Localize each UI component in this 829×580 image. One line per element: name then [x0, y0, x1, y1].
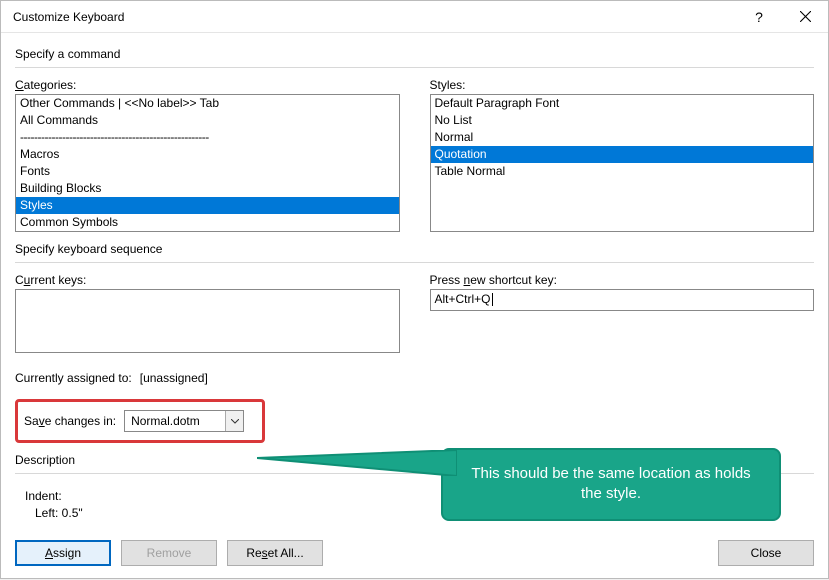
assigned-to-label: Currently assigned to:: [15, 371, 132, 385]
assign-button[interactable]: Assign: [15, 540, 111, 566]
categories-label: Categories:: [15, 78, 400, 92]
annotation-callout: This should be the same location as hold…: [441, 448, 781, 521]
list-item[interactable]: Common Symbols: [16, 214, 399, 231]
reset-all-button[interactable]: Reset All...: [227, 540, 323, 566]
new-shortcut-input[interactable]: Alt+Ctrl+Q: [430, 289, 815, 311]
save-changes-row: Save changes in: Normal.dotm: [15, 399, 265, 443]
list-item[interactable]: Other Commands | <<No label>> Tab: [16, 95, 399, 112]
remove-button[interactable]: Remove: [121, 540, 217, 566]
dialog-title: Customize Keyboard: [13, 10, 736, 24]
current-keys-label: Current keys:: [15, 273, 400, 287]
callout-text: This should be the same location as hold…: [441, 448, 781, 521]
specify-sequence-label: Specify keyboard sequence: [15, 242, 814, 256]
save-changes-dropdown[interactable]: Normal.dotm: [124, 410, 244, 432]
customize-keyboard-dialog: Customize Keyboard ? Specify a command C…: [0, 0, 829, 579]
divider: [15, 262, 814, 263]
shortcut-value: Alt+Ctrl+Q: [435, 292, 491, 306]
help-button[interactable]: ?: [736, 1, 782, 33]
chevron-down-icon: [225, 411, 243, 431]
callout-tail: [257, 450, 457, 476]
styles-listbox[interactable]: Default Paragraph FontNo ListNormalQuota…: [430, 94, 815, 232]
list-item[interactable]: Macros: [16, 146, 399, 163]
styles-label: Styles:: [430, 78, 815, 92]
list-item[interactable]: All Commands: [16, 112, 399, 129]
save-changes-label: Save changes in:: [24, 414, 116, 428]
list-item[interactable]: Building Blocks: [16, 180, 399, 197]
current-keys-listbox[interactable]: [15, 289, 400, 353]
list-item[interactable]: ----------------------------------------…: [16, 129, 399, 146]
save-changes-value: Normal.dotm: [125, 414, 225, 428]
list-item[interactable]: Fonts: [16, 163, 399, 180]
specify-command-label: Specify a command: [15, 47, 814, 61]
press-new-label: Press new shortcut key:: [430, 273, 815, 287]
list-item[interactable]: Table Normal: [431, 163, 814, 180]
categories-listbox[interactable]: Other Commands | <<No label>> TabAll Com…: [15, 94, 400, 232]
text-caret: [492, 293, 493, 306]
close-x-button[interactable]: [782, 1, 828, 33]
assigned-to-value: [unassigned]: [140, 371, 208, 385]
divider: [15, 67, 814, 68]
list-item[interactable]: Styles: [16, 197, 399, 214]
list-item[interactable]: Default Paragraph Font: [431, 95, 814, 112]
list-item[interactable]: Quotation: [431, 146, 814, 163]
list-item[interactable]: No List: [431, 112, 814, 129]
titlebar: Customize Keyboard ?: [1, 1, 828, 33]
close-icon: [800, 11, 811, 22]
close-button[interactable]: Close: [718, 540, 814, 566]
list-item[interactable]: Normal: [431, 129, 814, 146]
